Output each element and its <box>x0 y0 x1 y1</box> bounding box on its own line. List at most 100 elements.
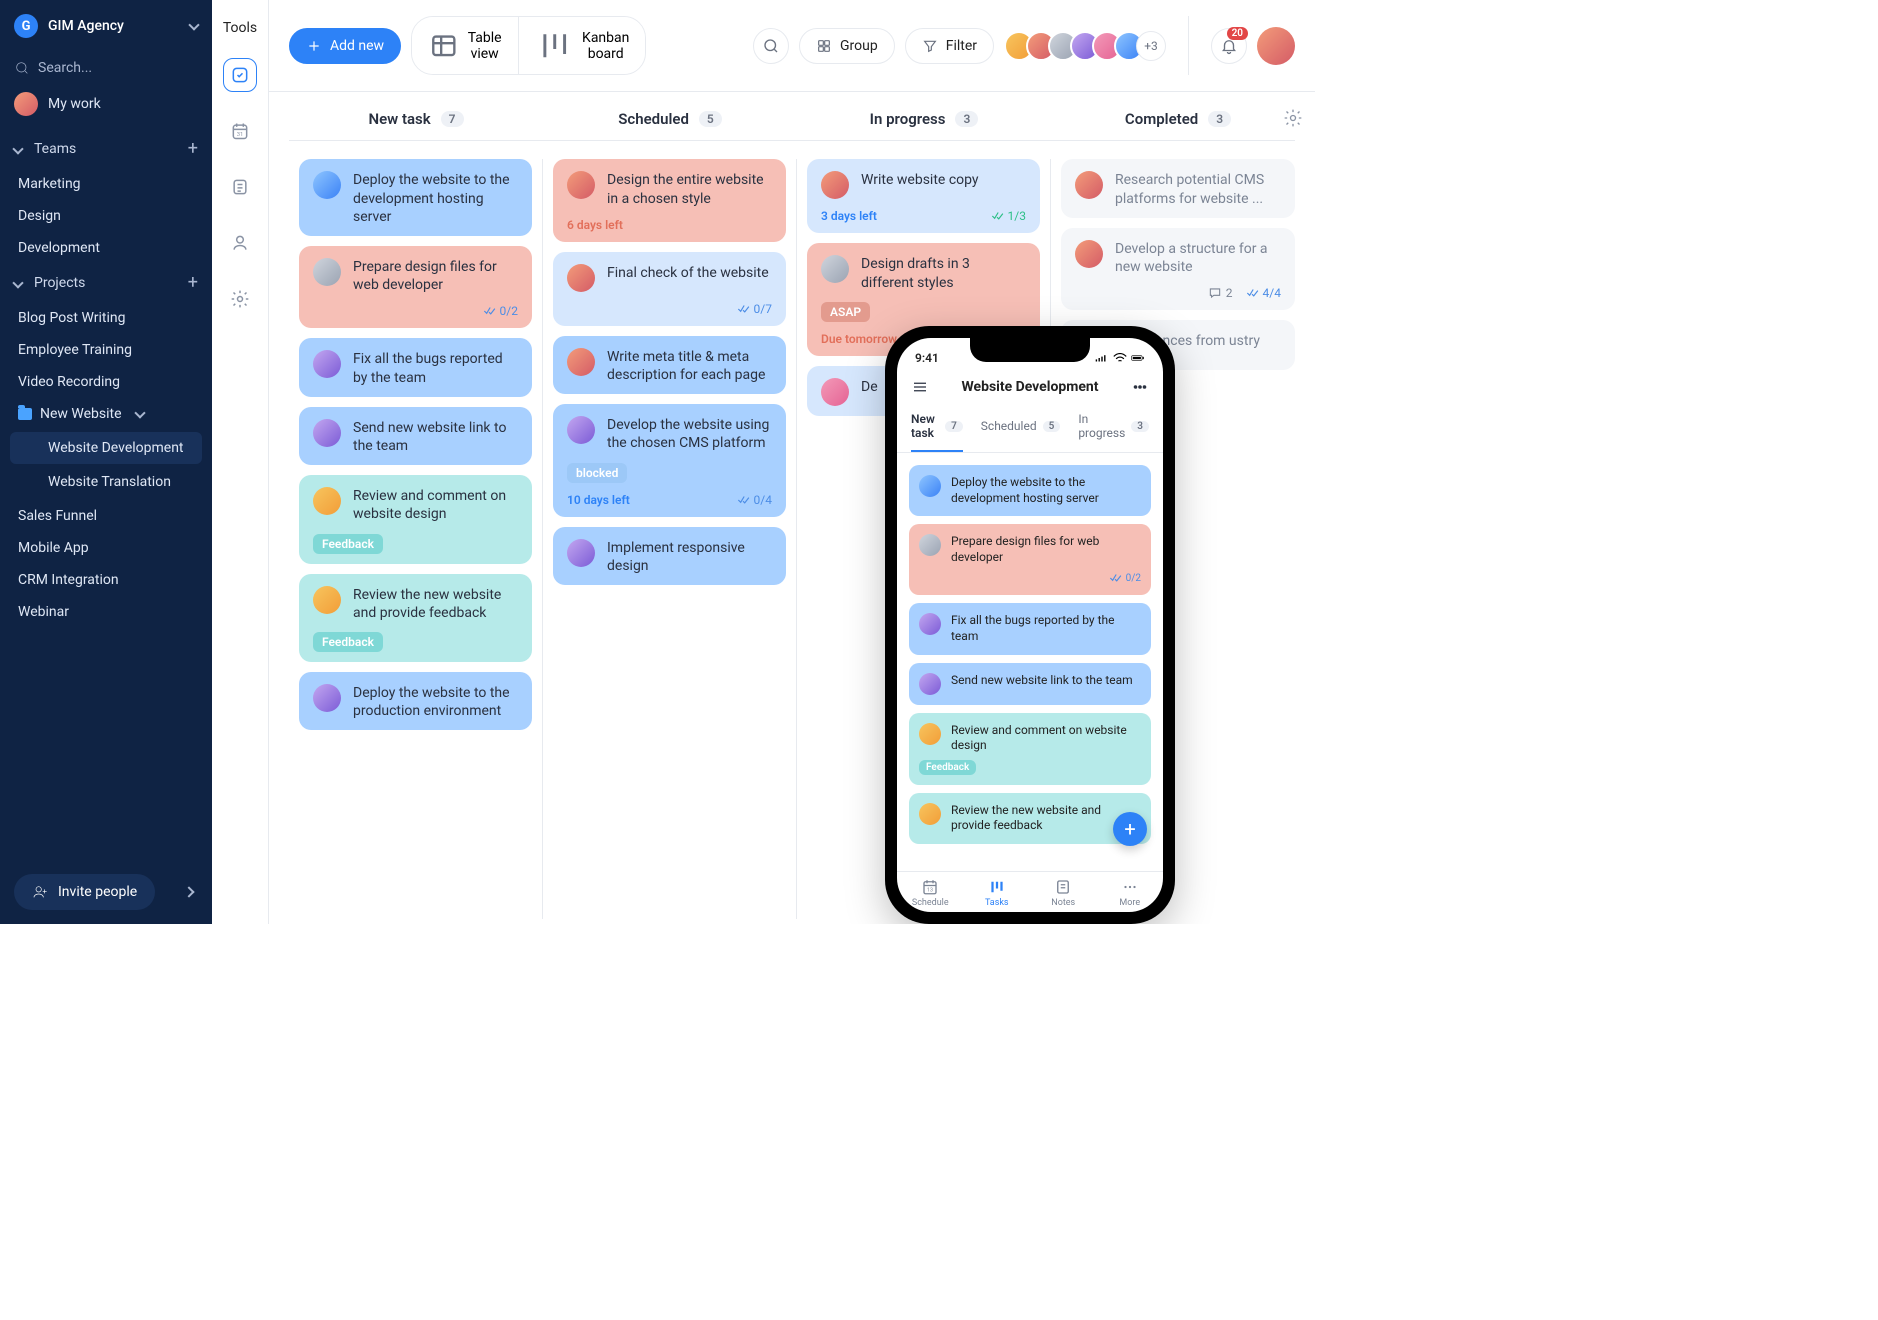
phone-tab[interactable]: New task 7 <box>911 412 963 452</box>
projects-section-header[interactable]: Projects + <box>0 264 212 302</box>
group-button[interactable]: Group <box>799 28 895 64</box>
phone-nav-tasks[interactable]: Tasks <box>964 878 1031 908</box>
assignee-avatar <box>919 534 941 556</box>
rail-label: Tools <box>223 20 257 36</box>
task-card[interactable]: Prepare design files for web developer 0… <box>299 246 532 328</box>
notifications-button[interactable]: 20 <box>1211 28 1247 64</box>
add-new-button[interactable]: Add new <box>289 28 401 64</box>
plus-icon <box>306 38 322 54</box>
sidebar-item-mywork[interactable]: My work <box>0 84 212 130</box>
task-card[interactable]: Deploy the website to the development ho… <box>909 465 1151 516</box>
members-more[interactable]: +3 <box>1136 31 1166 61</box>
task-card[interactable]: Design the entire website in a chosen st… <box>553 159 786 241</box>
phone-menu-button[interactable] <box>911 378 929 396</box>
phone-fab-button[interactable]: + <box>1113 812 1147 846</box>
members-avatars[interactable]: +3 <box>1004 31 1166 61</box>
board-settings-button[interactable] <box>1283 108 1303 128</box>
task-card[interactable]: Fix all the bugs reported by the team <box>909 603 1151 654</box>
phone-nav-notes[interactable]: Notes <box>1030 878 1097 908</box>
filter-button[interactable]: Filter <box>905 28 994 64</box>
task-card[interactable]: Develop the website using the chosen CMS… <box>553 404 786 516</box>
task-card[interactable]: Write meta title & meta description for … <box>553 336 786 394</box>
phone-tab[interactable]: Scheduled 5 <box>981 412 1061 452</box>
kanban-icon <box>988 878 1006 896</box>
column-title: Completed <box>1125 110 1198 128</box>
folder-name: New Website <box>40 406 122 422</box>
phone-bottom-nav: 13 Schedule Tasks Notes <box>897 871 1163 912</box>
project-folder[interactable]: New Website <box>0 398 212 430</box>
task-card[interactable]: Send new website link to the team <box>909 663 1151 705</box>
column-header[interactable]: In progress 3 <box>797 110 1051 128</box>
task-title: Deploy the website to the development ho… <box>951 475 1141 506</box>
task-card[interactable]: Fix all the bugs reported by the team <box>299 338 532 396</box>
assignee-avatar <box>313 419 341 447</box>
assignee-avatar <box>1075 240 1103 268</box>
task-tag: Feedback <box>313 534 383 554</box>
task-card[interactable]: Research potential CMS platforms for web… <box>1061 159 1295 217</box>
sidebar-item-project[interactable]: Website Development <box>10 432 202 464</box>
add-team-button[interactable]: + <box>188 140 198 158</box>
column-count: 5 <box>699 111 722 127</box>
task-card[interactable]: Send new website link to the team <box>299 407 532 465</box>
phone-card-list[interactable]: Deploy the website to the development ho… <box>897 453 1163 871</box>
rail-notes-button[interactable] <box>223 170 257 204</box>
kanban-view-button[interactable]: Kanban board <box>518 17 646 74</box>
assignee-avatar <box>313 171 341 199</box>
phone-tabs: New task 7 Scheduled 5 In progress 3 <box>897 406 1163 453</box>
assignee-avatar <box>919 723 941 745</box>
sidebar-item-project[interactable]: Mobile App <box>0 532 212 564</box>
workspace-switcher[interactable]: G GIM Agency <box>0 0 212 52</box>
current-user-avatar[interactable] <box>1257 27 1295 65</box>
tool-rail: Tools 31 <box>212 0 269 924</box>
column-header[interactable]: Completed 3 <box>1051 110 1305 128</box>
add-project-button[interactable]: + <box>188 274 198 292</box>
invite-people-button[interactable]: Invite people <box>14 874 155 910</box>
collapse-sidebar-button[interactable] <box>180 877 198 907</box>
table-icon <box>428 30 460 62</box>
rail-settings-button[interactable] <box>223 282 257 316</box>
sidebar-item-project[interactable]: CRM Integration <box>0 564 212 596</box>
sidebar-item-project[interactable]: Employee Training <box>0 334 212 366</box>
notif-badge: 20 <box>1227 27 1248 40</box>
search-button[interactable] <box>753 28 789 64</box>
sidebar-item-team[interactable]: Design <box>0 200 212 232</box>
task-title: Design drafts in 3 different styles <box>861 255 1026 291</box>
task-card[interactable]: Develop a structure for a new website 24… <box>1061 228 1295 310</box>
sidebar-item-project[interactable]: Website Translation <box>10 466 202 498</box>
task-card[interactable]: Deploy the website to the development ho… <box>299 159 532 236</box>
rail-tasks-button[interactable] <box>223 58 257 92</box>
task-card[interactable]: Review and comment on website design Fee… <box>909 713 1151 785</box>
table-view-button[interactable]: Table view <box>412 17 518 74</box>
sidebar-item-team[interactable]: Marketing <box>0 168 212 200</box>
rail-calendar-button[interactable]: 31 <box>223 114 257 148</box>
sidebar-item-project[interactable]: Blog Post Writing <box>0 302 212 334</box>
task-title: Write website copy <box>861 171 979 189</box>
phone-more-button[interactable] <box>1131 378 1149 396</box>
assignee-avatar <box>919 673 941 695</box>
task-card[interactable]: Prepare design files for web developer 0… <box>909 524 1151 595</box>
rail-people-button[interactable] <box>223 226 257 260</box>
task-card[interactable]: Implement responsive design <box>553 527 786 585</box>
sidebar-item-project[interactable]: Sales Funnel <box>0 500 212 532</box>
sidebar-item-project[interactable]: Video Recording <box>0 366 212 398</box>
phone-nav-more[interactable]: More <box>1097 878 1164 908</box>
teams-section-header[interactable]: Teams + <box>0 130 212 168</box>
search-input[interactable]: Search... <box>0 52 212 84</box>
column-header[interactable]: Scheduled 5 <box>543 110 797 128</box>
task-card[interactable]: Review and comment on website design Fee… <box>299 475 532 563</box>
column-header[interactable]: New task 7 <box>289 110 543 128</box>
task-title: Fix all the bugs reported by the team <box>353 350 518 386</box>
sidebar-item-team[interactable]: Development <box>0 232 212 264</box>
task-card[interactable]: Deploy the website to the production env… <box>299 672 532 730</box>
task-card[interactable]: Review the new website and provide feedb… <box>299 574 532 662</box>
phone-nav-schedule[interactable]: 13 Schedule <box>897 878 964 908</box>
filter-label: Filter <box>946 38 977 54</box>
phone-notch <box>970 338 1090 362</box>
chevron-down-icon <box>12 143 23 154</box>
task-card[interactable]: Write website copy 3 days left1/3 <box>807 159 1040 233</box>
phone-tab[interactable]: In progress 3 <box>1078 412 1149 452</box>
sidebar-item-project[interactable]: Webinar <box>0 596 212 628</box>
phone-tab-label: New task <box>911 412 939 440</box>
task-card[interactable]: Final check of the website 0/7 <box>553 252 786 326</box>
phone-time: 9:41 <box>915 351 939 365</box>
